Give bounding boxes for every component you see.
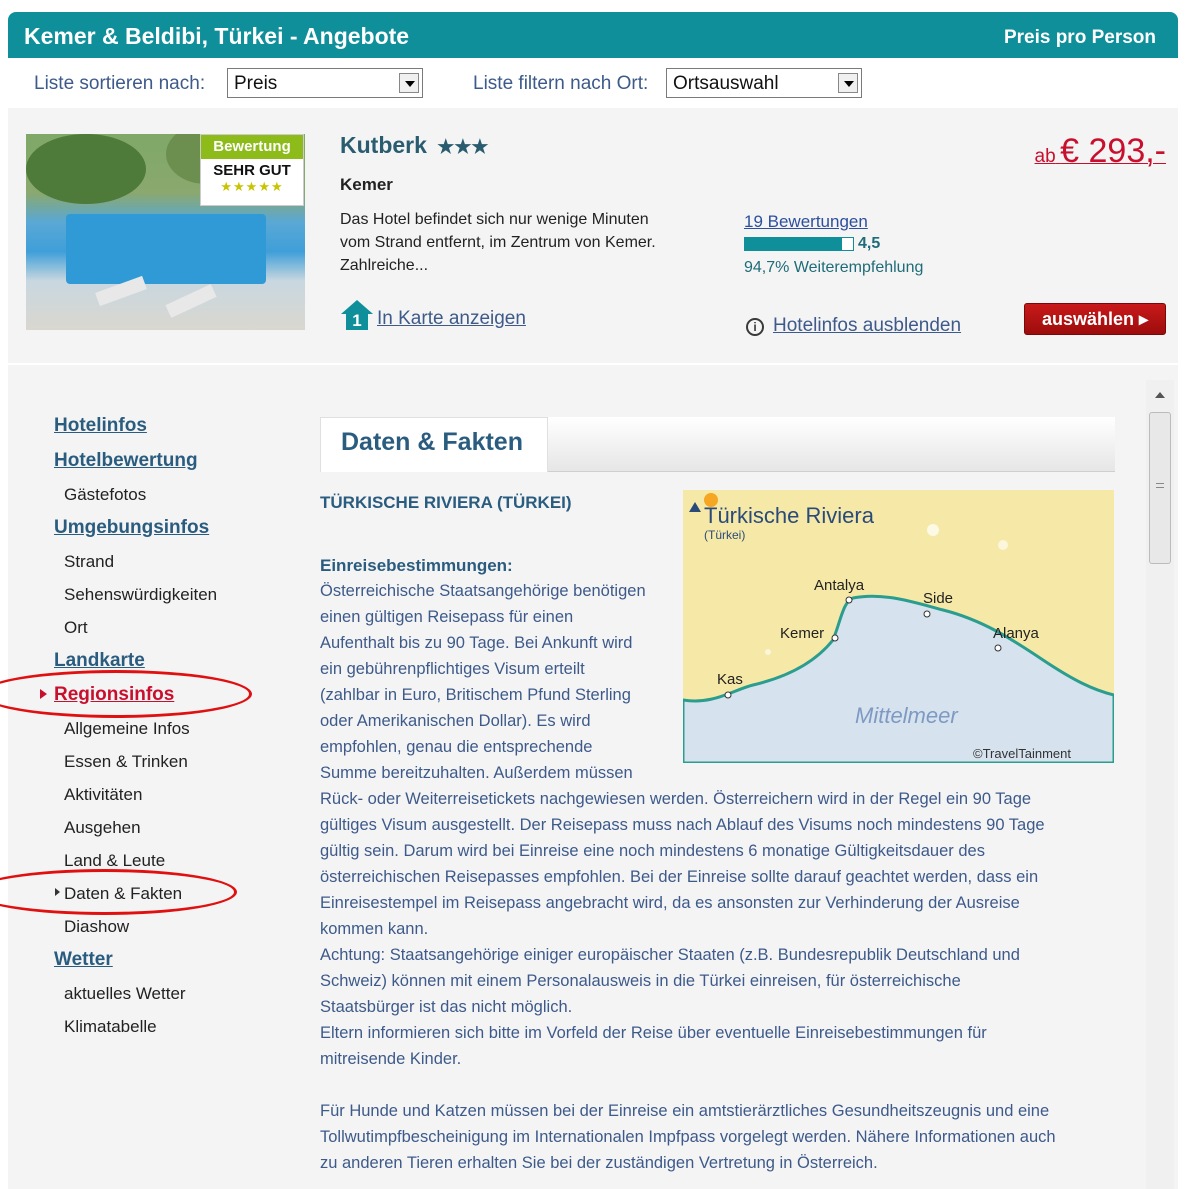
text-line: Eltern informieren sich bitte im Vorfeld… bbox=[320, 1024, 987, 1042]
text-line: Für Hunde und Katzen müssen bei der Einr… bbox=[320, 1102, 1050, 1120]
hotel-stars: ★★★ bbox=[437, 137, 489, 158]
text-line: zu anderen Tieren erhalten Sie bei der z… bbox=[320, 1154, 878, 1172]
select-hotel-button[interactable]: auswählen ▸ bbox=[1024, 303, 1166, 335]
sidebar-item-ausgehen[interactable]: Ausgehen bbox=[64, 818, 141, 838]
sidebar-item-aktivitaeten[interactable]: Aktivitäten bbox=[64, 785, 142, 805]
scroll-thumb[interactable] bbox=[1149, 412, 1171, 564]
map-city-label: Kas bbox=[717, 671, 743, 688]
map-city-label: Kemer bbox=[780, 625, 825, 642]
reviews-link[interactable]: 19 Bewertungen bbox=[744, 212, 868, 232]
sidebar-item-klimatabelle[interactable]: Klimatabelle bbox=[64, 1017, 157, 1037]
map-city-label: Alanya bbox=[993, 625, 1039, 642]
map-city-label: Antalya bbox=[814, 577, 865, 594]
scroll-up-arrow-icon[interactable] bbox=[1146, 380, 1174, 410]
text-line: Achtung: Staatsangehörige einiger europä… bbox=[320, 946, 1020, 964]
text-line: Schweiz) können mit einem Personalauswei… bbox=[320, 972, 961, 990]
region-title: TÜRKISCHE RIVIERA (TÜRKEI) bbox=[320, 493, 572, 512]
text-line: gültig sein. Darum wird bei Einreise ein… bbox=[320, 842, 985, 860]
chevron-down-icon[interactable] bbox=[838, 73, 858, 93]
section-heading: Einreisebestimmungen: bbox=[320, 556, 513, 575]
hotel-photo[interactable]: Bewertung SEHR GUT ★★★★★ bbox=[26, 134, 305, 330]
sidebar-item-landkarte[interactable]: Landkarte bbox=[54, 650, 145, 672]
filter-label: Liste filtern nach Ort: bbox=[473, 73, 649, 94]
price-prefix: ab bbox=[1034, 146, 1056, 167]
sidebar-item-wetter[interactable]: Wetter bbox=[54, 949, 113, 971]
photo-pool bbox=[66, 214, 266, 284]
hide-hotel-info-link[interactable]: Hotelinfos ausblenden bbox=[773, 315, 961, 337]
tab-daten-fakten-label: Daten & Fakten bbox=[341, 428, 523, 456]
tab-bar: Daten & Fakten bbox=[320, 417, 1115, 472]
text-line: mitreisende Kinder. bbox=[320, 1050, 462, 1068]
hotel-name[interactable]: Kutberk ★★★ bbox=[340, 132, 488, 159]
sidebar-item-essen-trinken[interactable]: Essen & Trinken bbox=[64, 752, 188, 772]
text-line: Tollwutimpfbescheinigung im Internationa… bbox=[320, 1128, 1056, 1146]
scroll-grip-icon bbox=[1156, 483, 1164, 488]
sidebar-item-hotelbewertung[interactable]: Hotelbewertung bbox=[54, 450, 198, 472]
results-title: Kemer & Beldibi, Türkei - Angebote bbox=[24, 23, 410, 49]
price-per-person-note: Preis pro Person bbox=[1003, 27, 1156, 48]
text-line: Staatsbürger ist das nicht möglich. bbox=[320, 998, 573, 1016]
map-pin-number: 1 bbox=[352, 311, 361, 330]
sidebar-item-sehenswuerdigkeiten[interactable]: Sehenswürdigkeiten bbox=[64, 585, 217, 605]
rating-badge-title: Bewertung bbox=[201, 135, 303, 159]
sidebar-item-gaestefotos[interactable]: Gästefotos bbox=[64, 485, 146, 505]
sidebar-item-land-leute[interactable]: Land & Leute bbox=[64, 851, 165, 871]
sidebar-item-strand[interactable]: Strand bbox=[64, 552, 114, 572]
hotel-name-text[interactable]: Kutberk bbox=[340, 132, 427, 158]
photo-tree bbox=[26, 134, 146, 204]
rating-bar bbox=[744, 237, 854, 251]
recommendation-rate: 94,7% Weiterempfehlung bbox=[744, 259, 924, 276]
tab-daten-fakten[interactable]: Daten & Fakten bbox=[320, 417, 548, 472]
hotel-description: Das Hotel befindet sich nur wenige Minut… bbox=[340, 211, 656, 274]
text-line: österreichischen Reisepasses empfohlen. … bbox=[320, 868, 1039, 886]
map-title: Türkische Riviera bbox=[704, 503, 874, 528]
sidebar-item-hotelinfos[interactable]: Hotelinfos bbox=[54, 415, 147, 437]
filter-select[interactable]: Ortsauswahl bbox=[666, 68, 862, 98]
map-copyright: ©TravelTainment bbox=[973, 746, 1071, 761]
sort-select[interactable]: Preis bbox=[227, 68, 423, 98]
sort-label: Liste sortieren nach: bbox=[34, 73, 206, 94]
rating-bar-fill bbox=[745, 238, 843, 250]
sidebar-item-ort[interactable]: Ort bbox=[64, 618, 88, 638]
text-line: Rück- oder Weiterreisetickets nachgewies… bbox=[320, 790, 1032, 808]
rating-badge-stars: ★★★★★ bbox=[220, 179, 284, 194]
sort-select-value: Preis bbox=[234, 73, 278, 94]
content-scrollbar[interactable] bbox=[1146, 380, 1174, 1189]
sidebar-item-diashow[interactable]: Diashow bbox=[64, 917, 129, 937]
map-subtitle: (Türkei) bbox=[704, 528, 746, 542]
chevron-down-icon[interactable] bbox=[399, 73, 419, 93]
rating-value: 4,5 bbox=[858, 235, 881, 252]
sidebar-item-allgemeine-infos[interactable]: Allgemeine Infos bbox=[64, 719, 190, 739]
text-line: kommen kann. bbox=[320, 920, 429, 938]
sidebar-item-aktuelles-wetter[interactable]: aktuelles Wetter bbox=[64, 984, 186, 1004]
hotel-price[interactable]: ab € 293,- bbox=[1035, 132, 1166, 171]
hotel-location: Kemer bbox=[340, 175, 393, 194]
photo-chair bbox=[165, 284, 217, 318]
hotel-card: Bewertung SEHR GUT ★★★★★ Kutberk ★★★ Kem… bbox=[8, 108, 1178, 363]
text-line: Einreisestempel im Reisepass angebracht … bbox=[320, 894, 1020, 912]
price-amount[interactable]: € 293,- bbox=[1060, 132, 1166, 170]
text-line: gültiges Visum ausgestellt. Der Reisepas… bbox=[320, 816, 1045, 834]
rating-badge: Bewertung SEHR GUT ★★★★★ bbox=[200, 134, 304, 206]
sidebar-item-umgebungsinfos[interactable]: Umgebungsinfos bbox=[54, 517, 209, 539]
region-map[interactable]: Türkische Riviera (Türkei) Antalya Side … bbox=[683, 490, 1114, 763]
text-line: Summe bereitzuhalten. Außerdem müssen bbox=[320, 764, 633, 782]
map-sea-label: Mittelmeer bbox=[855, 703, 958, 728]
filter-select-value: Ortsauswahl bbox=[673, 73, 779, 94]
list-controls: Liste sortieren nach: Preis Liste filter… bbox=[0, 68, 1192, 100]
map-city-label: Side bbox=[923, 590, 954, 607]
map-pin-icon[interactable]: 1 bbox=[340, 299, 374, 331]
results-header: Kemer & Beldibi, Türkei - Angebote Preis… bbox=[8, 12, 1178, 58]
info-icon[interactable]: i bbox=[746, 318, 764, 336]
rating-badge-text: SEHR GUT bbox=[213, 162, 291, 179]
show-on-map-link[interactable]: In Karte anzeigen bbox=[377, 308, 526, 330]
